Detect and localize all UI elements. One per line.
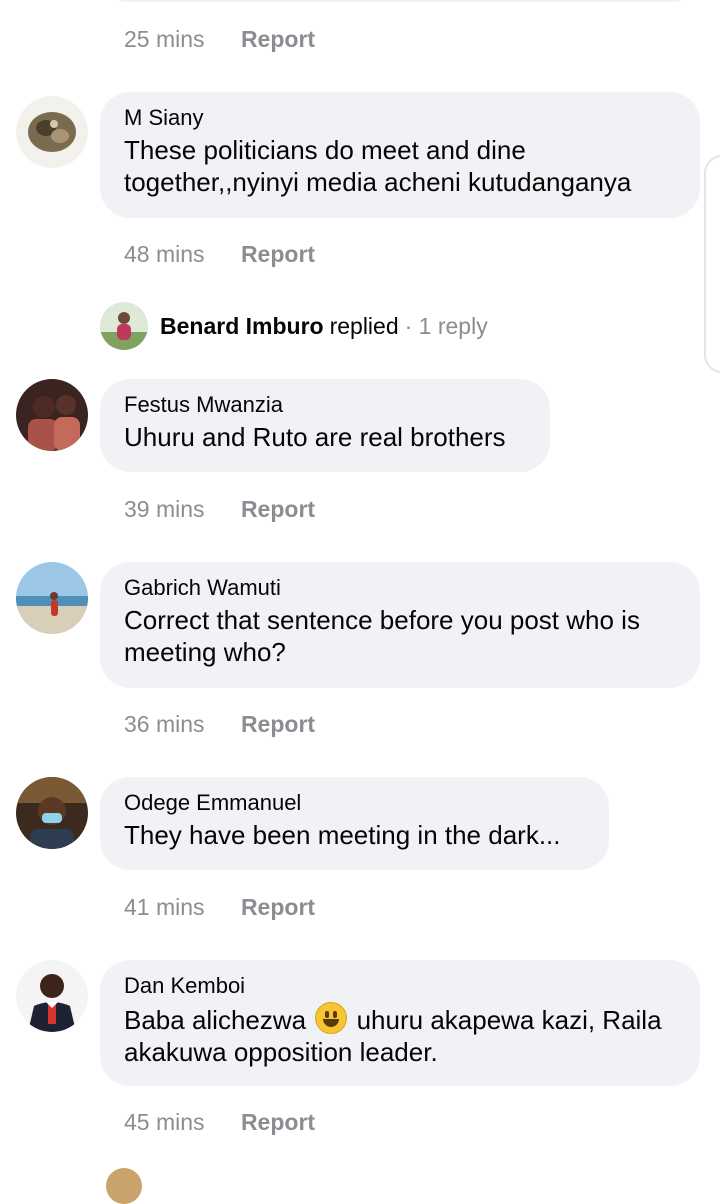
comment-text: Correct that sentence before you post wh…	[124, 605, 640, 667]
reply-verb: replied	[329, 312, 399, 339]
comment-author[interactable]: Festus Mwanzia	[124, 391, 526, 418]
avatar[interactable]	[16, 96, 88, 168]
avatar	[100, 302, 148, 350]
comment-time: 48 mins	[124, 241, 205, 267]
comment-time: 45 mins	[124, 1109, 205, 1135]
comment-text: These politicians do meet and dine toget…	[124, 135, 632, 197]
avatar[interactable]	[16, 562, 88, 634]
report-link[interactable]: Report	[241, 496, 315, 523]
report-link[interactable]: Report	[241, 894, 315, 921]
comment-time: 39 mins	[124, 496, 205, 522]
comment-meta: 41 mins Report	[124, 894, 315, 921]
report-link[interactable]: Report	[241, 241, 315, 268]
grinning-face-icon	[315, 1002, 348, 1034]
comment-bubble[interactable]: Festus Mwanzia Uhuru and Ruto are real b…	[100, 379, 550, 472]
comment-text-part: Baba alichezwa	[124, 1005, 307, 1035]
previous-comment-bubble	[100, 0, 700, 2]
reply-summary[interactable]: Benard Imburo replied · 1 reply	[100, 302, 488, 350]
report-link[interactable]: Report	[241, 1109, 315, 1136]
comment-text: Uhuru and Ruto are real brothers	[124, 422, 506, 452]
comment-time: 25 mins	[124, 26, 205, 52]
avatar[interactable]	[16, 960, 88, 1032]
comment-meta-top: 25 mins Report	[124, 26, 315, 53]
comment-text: They have been meeting in the dark...	[124, 820, 561, 850]
comment-meta: 48 mins Report	[124, 241, 315, 268]
reply-count[interactable]: · 1 reply	[405, 313, 488, 340]
report-link[interactable]: Report	[241, 26, 315, 53]
avatar[interactable]	[16, 777, 88, 849]
side-panel-edge	[704, 155, 720, 373]
reply-author[interactable]: Benard Imburo	[160, 313, 324, 340]
comment-bubble[interactable]: M Siany These politicians do meet and di…	[100, 92, 700, 218]
comment-author[interactable]: M Siany	[124, 104, 676, 131]
comment-bubble[interactable]: Odege Emmanuel They have been meeting in…	[100, 777, 609, 870]
comment-meta: 39 mins Report	[124, 496, 315, 523]
comment-author[interactable]: Odege Emmanuel	[124, 789, 585, 816]
report-link[interactable]: Report	[241, 711, 315, 738]
comment-time: 36 mins	[124, 711, 205, 737]
comment-bubble[interactable]: Dan Kemboi Baba alichezwa uhuru akapewa …	[100, 960, 700, 1086]
comment-author[interactable]: Gabrich Wamuti	[124, 574, 676, 601]
comment-bubble[interactable]: Gabrich Wamuti Correct that sentence bef…	[100, 562, 700, 688]
next-comment-avatar	[106, 1168, 142, 1204]
comment-time: 41 mins	[124, 894, 205, 920]
comment-text: Baba alichezwa uhuru akapewa kazi, Raila…	[124, 1002, 676, 1068]
comment-meta: 36 mins Report	[124, 711, 315, 738]
comment-author[interactable]: Dan Kemboi	[124, 972, 676, 999]
avatar[interactable]	[16, 379, 88, 451]
comment-meta: 45 mins Report	[124, 1109, 315, 1136]
